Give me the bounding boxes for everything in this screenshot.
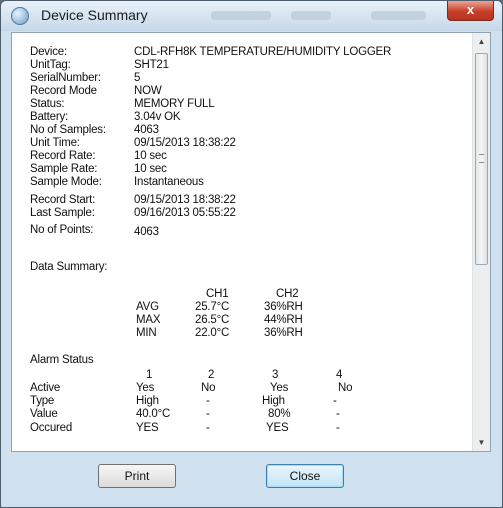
alarm-column-header: 4: [336, 369, 343, 381]
info-value: 10 sec: [134, 163, 167, 175]
background-blur: [371, 11, 426, 20]
column-header-ch1: CH1: [206, 288, 229, 300]
info-label: Device:: [30, 46, 67, 58]
alarm-status-heading: Alarm Status: [30, 354, 94, 366]
stat-name: MAX: [136, 314, 161, 326]
alarm-row-label: Value: [30, 408, 58, 420]
background-blur: [211, 11, 271, 20]
info-value: 3.04v OK: [134, 111, 181, 123]
alarm-cell: No: [201, 382, 216, 394]
scroll-up-arrow-icon[interactable]: ▲: [473, 33, 490, 50]
stat-ch2: 36%RH: [264, 327, 303, 339]
stat-ch2: 44%RH: [264, 314, 303, 326]
info-value: 4063: [134, 124, 159, 136]
info-value: 5: [134, 72, 141, 84]
alarm-cell: -: [333, 395, 337, 407]
scroll-down-arrow-icon[interactable]: ▼: [473, 434, 490, 451]
info-label: UnitTag:: [30, 59, 71, 71]
info-value: 09/15/2013 18:38:22: [134, 137, 236, 149]
alarm-row-label: Occured: [30, 422, 73, 434]
info-label: No of Points:: [30, 224, 94, 236]
info-label: Status:: [30, 98, 65, 110]
info-label: Unit Time:: [30, 137, 80, 149]
info-value: 09/16/2013 05:55:22: [134, 207, 236, 219]
info-label: Last Sample:: [30, 207, 95, 219]
alarm-cell: 80%: [268, 408, 291, 420]
data-summary-heading: Data Summary:: [30, 261, 108, 273]
alarm-cell: -: [336, 408, 340, 420]
print-button[interactable]: Print: [98, 464, 176, 488]
info-label: No of Samples:: [30, 124, 106, 136]
alarm-cell: High: [136, 395, 159, 407]
alarm-cell: -: [206, 422, 210, 434]
alarm-cell: 40.0°C: [136, 408, 171, 420]
info-label: Record Mode: [30, 85, 97, 97]
alarm-cell: -: [336, 422, 340, 434]
alarm-column-header: 3: [272, 369, 279, 381]
info-value: CDL-RFH8K TEMPERATURE/HUMIDITY LOGGER: [134, 46, 392, 58]
summary-panel[interactable]: Device: CDL-RFH8K TEMPERATURE/HUMIDITY L…: [11, 32, 491, 452]
alarm-cell: High: [262, 395, 285, 407]
alarm-cell: Yes: [270, 382, 289, 394]
info-value: 4063: [134, 226, 159, 238]
info-value: 10 sec: [134, 150, 167, 162]
alarm-cell: YES: [266, 422, 289, 434]
info-value: SHT21: [134, 59, 169, 71]
info-value: 09/15/2013 18:38:22: [134, 194, 236, 206]
stat-ch1: 26.5°C: [195, 314, 230, 326]
alarm-column-header: 1: [146, 369, 153, 381]
info-label: Sample Rate:: [30, 163, 98, 175]
info-label: SerialNumber:: [30, 72, 101, 84]
background-blur: [291, 11, 331, 20]
alarm-cell: No: [338, 382, 353, 394]
title-bar[interactable]: Device Summary x: [1, 1, 502, 31]
info-value: Instantaneous: [134, 176, 204, 188]
close-button[interactable]: Close: [266, 464, 344, 488]
window-title: Device Summary: [41, 7, 148, 23]
window-close-button[interactable]: x: [447, 1, 494, 21]
alarm-cell: Yes: [136, 382, 155, 394]
stat-ch1: 22.0°C: [195, 327, 230, 339]
info-value: NOW: [134, 85, 162, 97]
info-label: Battery:: [30, 111, 69, 123]
info-label: Sample Mode:: [30, 176, 102, 188]
app-icon: [11, 7, 29, 25]
alarm-row-label: Active: [30, 382, 61, 394]
info-value: MEMORY FULL: [134, 98, 215, 110]
stat-ch2: 36%RH: [264, 301, 303, 313]
stat-ch1: 25.7°C: [195, 301, 230, 313]
device-summary-window: Device Summary x Device: CDL-RFH8K TEMPE…: [0, 0, 503, 508]
info-label: Record Rate:: [30, 150, 96, 162]
alarm-row-label: Type: [30, 395, 55, 407]
column-header-ch2: CH2: [276, 288, 299, 300]
alarm-cell: -: [206, 395, 210, 407]
alarm-cell: -: [206, 408, 210, 420]
grip-icon: [479, 154, 484, 163]
stat-name: MIN: [136, 327, 157, 339]
scroll-thumb[interactable]: [475, 53, 488, 265]
alarm-column-header: 2: [208, 369, 215, 381]
alarm-cell: YES: [136, 422, 159, 434]
stat-name: AVG: [136, 301, 159, 313]
info-label: Record Start:: [30, 194, 96, 206]
vertical-scrollbar[interactable]: ▲ ▼: [472, 33, 490, 451]
